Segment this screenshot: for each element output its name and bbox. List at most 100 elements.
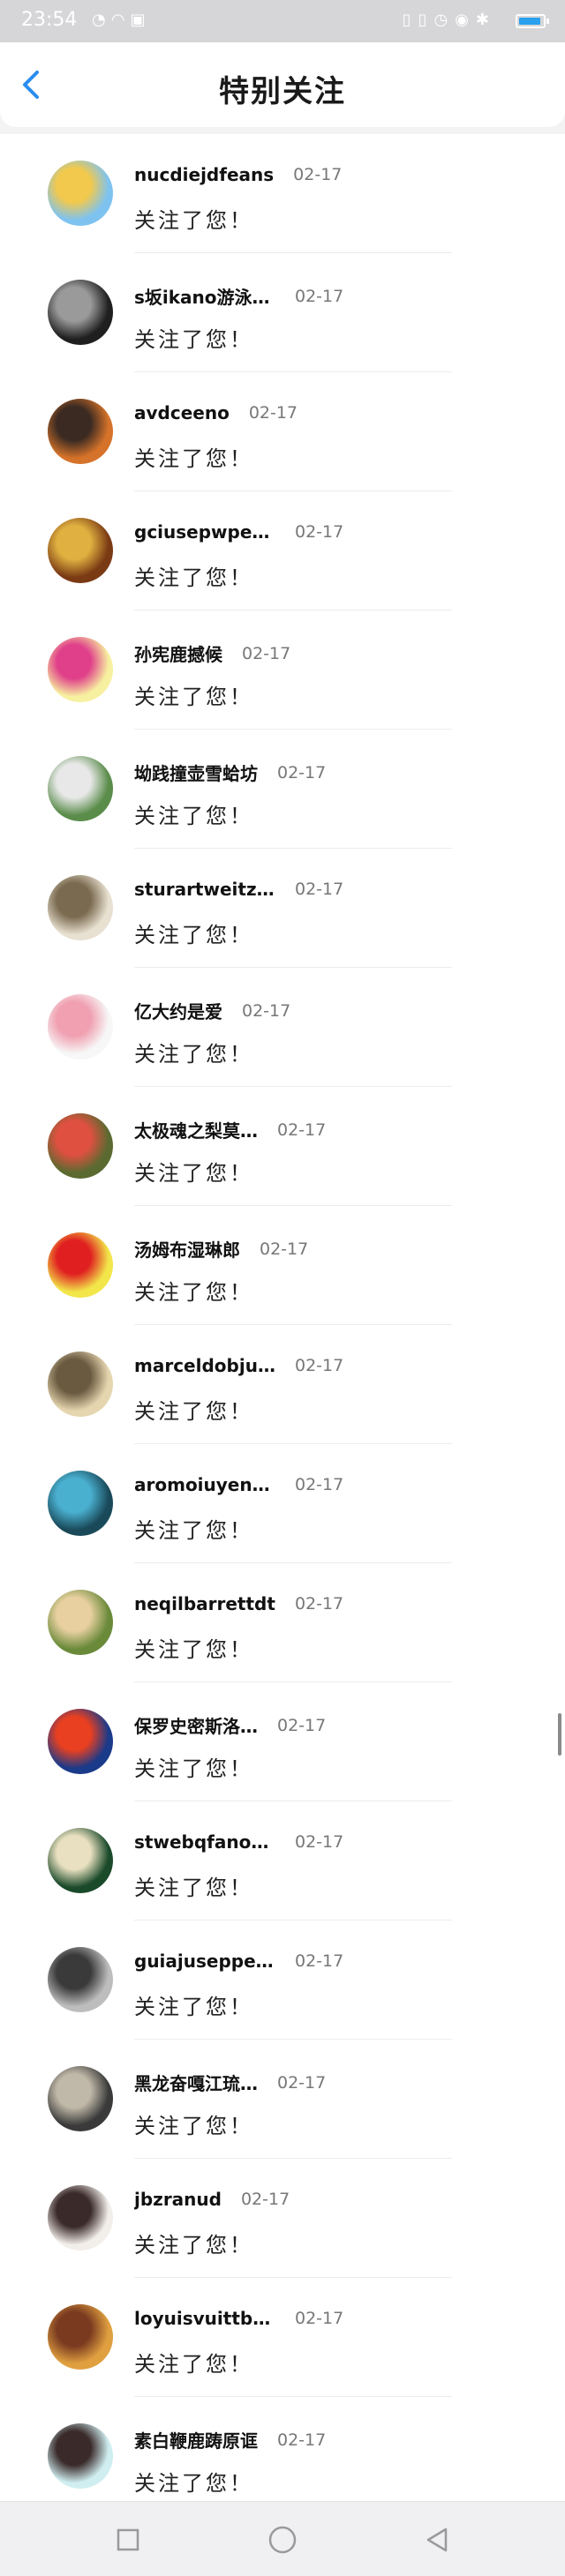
user-name[interactable]: 保罗史密斯洛… [134,1712,258,1738]
list-item[interactable]: gciusepwpezadn… 02-17 关注了您！ [0,491,565,610]
user-name[interactable]: 太极魂之梨莫… [134,1117,258,1142]
avatar[interactable] [48,2066,113,2131]
follow-message: 关注了您！ [134,327,253,352]
user-name[interactable]: 素白鞭鹿踌原诓 [134,2427,258,2452]
wifi-icon: ◠ [110,11,131,29]
follow-date: 02-17 [260,1239,309,1259]
system-nav-bar [0,2501,565,2576]
avatar[interactable] [48,280,113,345]
back-nav-button[interactable] [415,2518,459,2562]
list-item[interactable]: avdceeno 02-17 关注了您！ [0,372,565,491]
user-name[interactable]: nucdiejdfeans [134,164,274,185]
user-name[interactable]: gciusepwpezadn… [134,521,275,543]
user-name[interactable]: loyuisvuittbcon [134,2308,275,2329]
follow-date: 02-17 [242,643,291,663]
follow-date: 02-17 [242,1000,291,1021]
recents-button[interactable] [106,2518,150,2562]
list-item[interactable]: neqilbarrettdt 02-17 关注了您！ [0,1563,565,1682]
user-name[interactable]: sturartweitzmant [134,879,275,900]
list-item[interactable]: 亿大约是爱 02-17 关注了您！ [0,968,565,1087]
list-item[interactable]: 孙宪鹿撼候 02-17 关注了您！ [0,610,565,730]
avatar[interactable] [48,1113,113,1179]
follow-date: 02-17 [293,165,343,184]
avatar[interactable] [48,1709,113,1774]
home-button[interactable] [260,2518,305,2562]
vibrate-icon: ▯ [402,11,418,29]
user-name[interactable]: s坂ikano游泳咒… [134,283,275,309]
list-item[interactable]: s坂ikano游泳咒… 02-17 关注了您！ [0,253,565,372]
avatar[interactable] [48,1590,113,1655]
follow-date: 02-17 [295,2309,344,2328]
follow-date: 02-17 [248,403,298,423]
avatar[interactable] [48,1471,113,1536]
avatar[interactable] [48,2304,113,2370]
avatar[interactable] [48,399,113,464]
list-item[interactable]: marceldobjurlon 02-17 关注了您！ [0,1325,565,1444]
user-name[interactable]: 汤姆布湿琳郎 [134,1236,240,1262]
vibrate-icon: ▯ [418,11,434,29]
avatar[interactable] [48,1947,113,2012]
list-item[interactable]: nucdiejdfeans 02-17 关注了您！ [0,134,565,253]
user-name[interactable]: guiajuseppezano… [134,1951,275,1972]
list-item[interactable]: guiajuseppezano… 02-17 关注了您！ [0,1921,565,2040]
list-item[interactable]: 保罗史密斯洛… 02-17 关注了您！ [0,1682,565,1801]
follow-list[interactable]: nucdiejdfeans 02-17 关注了您！ s坂ikano游泳咒… 02-17 关… [0,134,565,2501]
follow-message: 关注了您！ [134,804,253,828]
user-name[interactable]: 黑龙奋嘎江琉… [134,2070,258,2095]
eye-icon: ◉ [455,11,476,29]
follow-date: 02-17 [294,1594,344,1614]
follow-date: 02-17 [295,1356,344,1375]
list-item[interactable]: stwebqfanoricci 02-17 关注了您！ [0,1801,565,1921]
follow-date: 02-17 [295,1951,344,1971]
follow-message: 关注了您！ [134,565,253,590]
follow-message: 关注了您！ [134,1995,253,2019]
bluetooth-icon: ✱ [475,11,496,29]
avatar[interactable] [48,875,113,940]
follow-message: 关注了您！ [134,1042,253,1067]
follow-message: 关注了您！ [134,1637,253,1662]
list-item[interactable]: loyuisvuittbcon 02-17 关注了您！ [0,2278,565,2397]
follow-date: 02-17 [277,1120,327,1140]
scrollbar[interactable] [558,1713,561,1756]
user-name[interactable]: stwebqfanoricci [134,1831,275,1853]
user-name[interactable]: neqilbarrettdt [134,1593,275,1614]
user-name[interactable]: marceldobjurlon [134,1355,275,1376]
avatar[interactable] [48,1828,113,1893]
list-item[interactable]: sturartweitzmant 02-17 关注了您！ [0,849,565,968]
status-time: 23:54 [21,9,78,31]
list-item[interactable]: 黑龙奋嘎江琉… 02-17 关注了您！ [0,2040,565,2159]
follow-message: 关注了您！ [134,685,253,709]
avatar[interactable] [48,756,113,821]
list-item[interactable]: 太极魂之梨莫… 02-17 关注了您！ [0,1087,565,1206]
header: 特别关注 [0,42,565,127]
avatar[interactable] [48,637,113,702]
avatar[interactable] [48,161,113,226]
avatar[interactable] [48,2185,113,2250]
alarm-icon: ◷ [433,11,456,29]
avatar[interactable] [48,518,113,583]
follow-date: 02-17 [277,2430,327,2450]
user-name[interactable]: 亿大约是爱 [134,998,222,1023]
user-name[interactable]: avdceeno [134,402,230,423]
list-item[interactable]: 坳践撞壶雪蛤坊 02-17 关注了您！ [0,730,565,849]
page-title: 特别关注 [219,74,346,109]
status-bar: 23:54 ◔◠▣ ▯▯◷◉✱ [0,0,565,42]
user-name[interactable]: jbzranud [134,2189,222,2210]
follow-message: 关注了您！ [134,1756,253,1781]
list-item[interactable]: 汤姆布湿琳郎 02-17 关注了您！ [0,1206,565,1325]
list-item[interactable]: jbzranud 02-17 关注了您！ [0,2159,565,2278]
avatar[interactable] [48,994,113,1060]
user-name[interactable]: 孙宪鹿撼候 [134,640,222,666]
follow-message: 关注了您！ [134,208,253,233]
avatar[interactable] [48,2423,113,2489]
avatar[interactable] [48,1352,113,1417]
follow-date: 02-17 [295,522,344,542]
list-item[interactable]: 素白鞭鹿踌原诓 02-17 关注了您！ [0,2397,565,2501]
image-icon: ▣ [130,11,151,29]
user-name[interactable]: 坳践撞壶雪蛤坊 [134,760,258,785]
follow-message: 关注了您！ [134,1399,253,1424]
follow-message: 关注了您！ [134,2352,253,2377]
user-name[interactable]: aromoiuyenssss [134,1474,275,1495]
list-item[interactable]: aromoiuyenssss 02-17 关注了您！ [0,1444,565,1563]
avatar[interactable] [48,1232,113,1298]
